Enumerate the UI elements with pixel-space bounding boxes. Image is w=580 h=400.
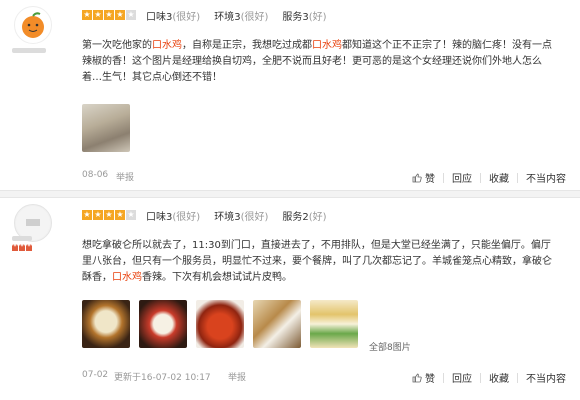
reply-button[interactable]: 回应 — [444, 370, 480, 385]
review-text: 第一次吃他家的口水鸡，自称是正宗，我想吃过成都口水鸡都知道这个正不正宗了！辣的脑… — [82, 40, 552, 83]
star-icon: ★ — [126, 10, 136, 20]
review-date: 08-06 — [82, 170, 109, 180]
keyword-link[interactable]: 口水鸡 — [152, 40, 182, 51]
rating-service: 服务2(好) — [282, 211, 327, 223]
review-date: 07-02 — [82, 370, 109, 380]
review-footer: 08-06 举报 赞 回应 收藏 不当内容 — [82, 170, 566, 185]
username-placeholder[interactable] — [12, 236, 32, 241]
review-card: ★ ★ ★ ★ ★ 口味3(很好) 环境3(很好) 服务3(好) 第一次吃他家的… — [0, 0, 580, 190]
rating-taste: 口味3(很好) — [146, 11, 201, 23]
review-photo[interactable] — [82, 104, 130, 152]
review-text: 想吃拿破仑所以就去了，11:30到门口，直接进去了，不用排队，但是大堂已经坐满了… — [82, 240, 552, 283]
star-icon: ★ — [115, 10, 125, 20]
star-icon: ★ — [104, 10, 114, 20]
report-link[interactable]: 举报 — [228, 370, 246, 383]
user-level-badge — [12, 244, 32, 251]
favorite-button[interactable]: 收藏 — [481, 370, 517, 385]
all-photos-link[interactable]: 全部8图片 — [369, 340, 411, 353]
star-icon: ★ — [115, 210, 125, 220]
star-rating: ★ ★ ★ ★ ★ — [82, 210, 136, 220]
review-card: ★ ★ ★ ★ ★ 口味3(很好) 环境3(很好) 服务2(好) 想吃拿破仑所以… — [0, 196, 580, 400]
review-photo[interactable] — [82, 300, 130, 348]
star-icon: ★ — [93, 210, 103, 220]
star-icon: ★ — [82, 10, 92, 20]
rating-service: 服务3(好) — [282, 11, 327, 23]
keyword-link[interactable]: 口水鸡 — [312, 40, 342, 51]
rating-row: ★ ★ ★ ★ ★ 口味3(很好) 环境3(很好) 服务2(好) — [82, 208, 341, 223]
rating-taste: 口味3(很好) — [146, 211, 201, 223]
username-placeholder[interactable] — [12, 48, 46, 53]
keyword-link[interactable]: 口水鸡 — [112, 272, 142, 283]
thumbs-up-icon — [412, 373, 422, 382]
report-link[interactable]: 举报 — [116, 170, 134, 183]
rating-row: ★ ★ ★ ★ ★ 口味3(很好) 环境3(很好) 服务3(好) — [82, 8, 341, 23]
star-icon: ★ — [126, 210, 136, 220]
star-icon: ★ — [93, 10, 103, 20]
star-icon: ★ — [104, 210, 114, 220]
report-content-button[interactable]: 不当内容 — [518, 170, 566, 185]
review-photo[interactable] — [139, 300, 187, 348]
like-button[interactable]: 赞 — [404, 170, 443, 185]
star-rating: ★ ★ ★ ★ ★ — [82, 10, 136, 20]
review-actions: 赞 回应 收藏 不当内容 — [404, 170, 566, 185]
review-footer: 07-02 更新于16-07-02 10:17 举报 赞 回应 收藏 不当内容 — [82, 370, 566, 385]
favorite-button[interactable]: 收藏 — [481, 170, 517, 185]
user-avatar[interactable] — [14, 6, 52, 44]
review-photo[interactable] — [196, 300, 244, 348]
review-photo[interactable] — [310, 300, 358, 348]
review-actions: 赞 回应 收藏 不当内容 — [404, 370, 566, 385]
reply-button[interactable]: 回应 — [444, 170, 480, 185]
like-button[interactable]: 赞 — [404, 370, 443, 385]
report-content-button[interactable]: 不当内容 — [518, 370, 566, 385]
updated-time: 更新于16-07-02 10:17 — [114, 373, 211, 383]
thumbs-up-icon — [412, 173, 422, 182]
rating-environment: 环境3(很好) — [214, 211, 269, 223]
rating-environment: 环境3(很好) — [214, 11, 269, 23]
orange-avatar-icon — [22, 12, 44, 38]
review-photo[interactable] — [253, 300, 301, 348]
star-icon: ★ — [82, 210, 92, 220]
